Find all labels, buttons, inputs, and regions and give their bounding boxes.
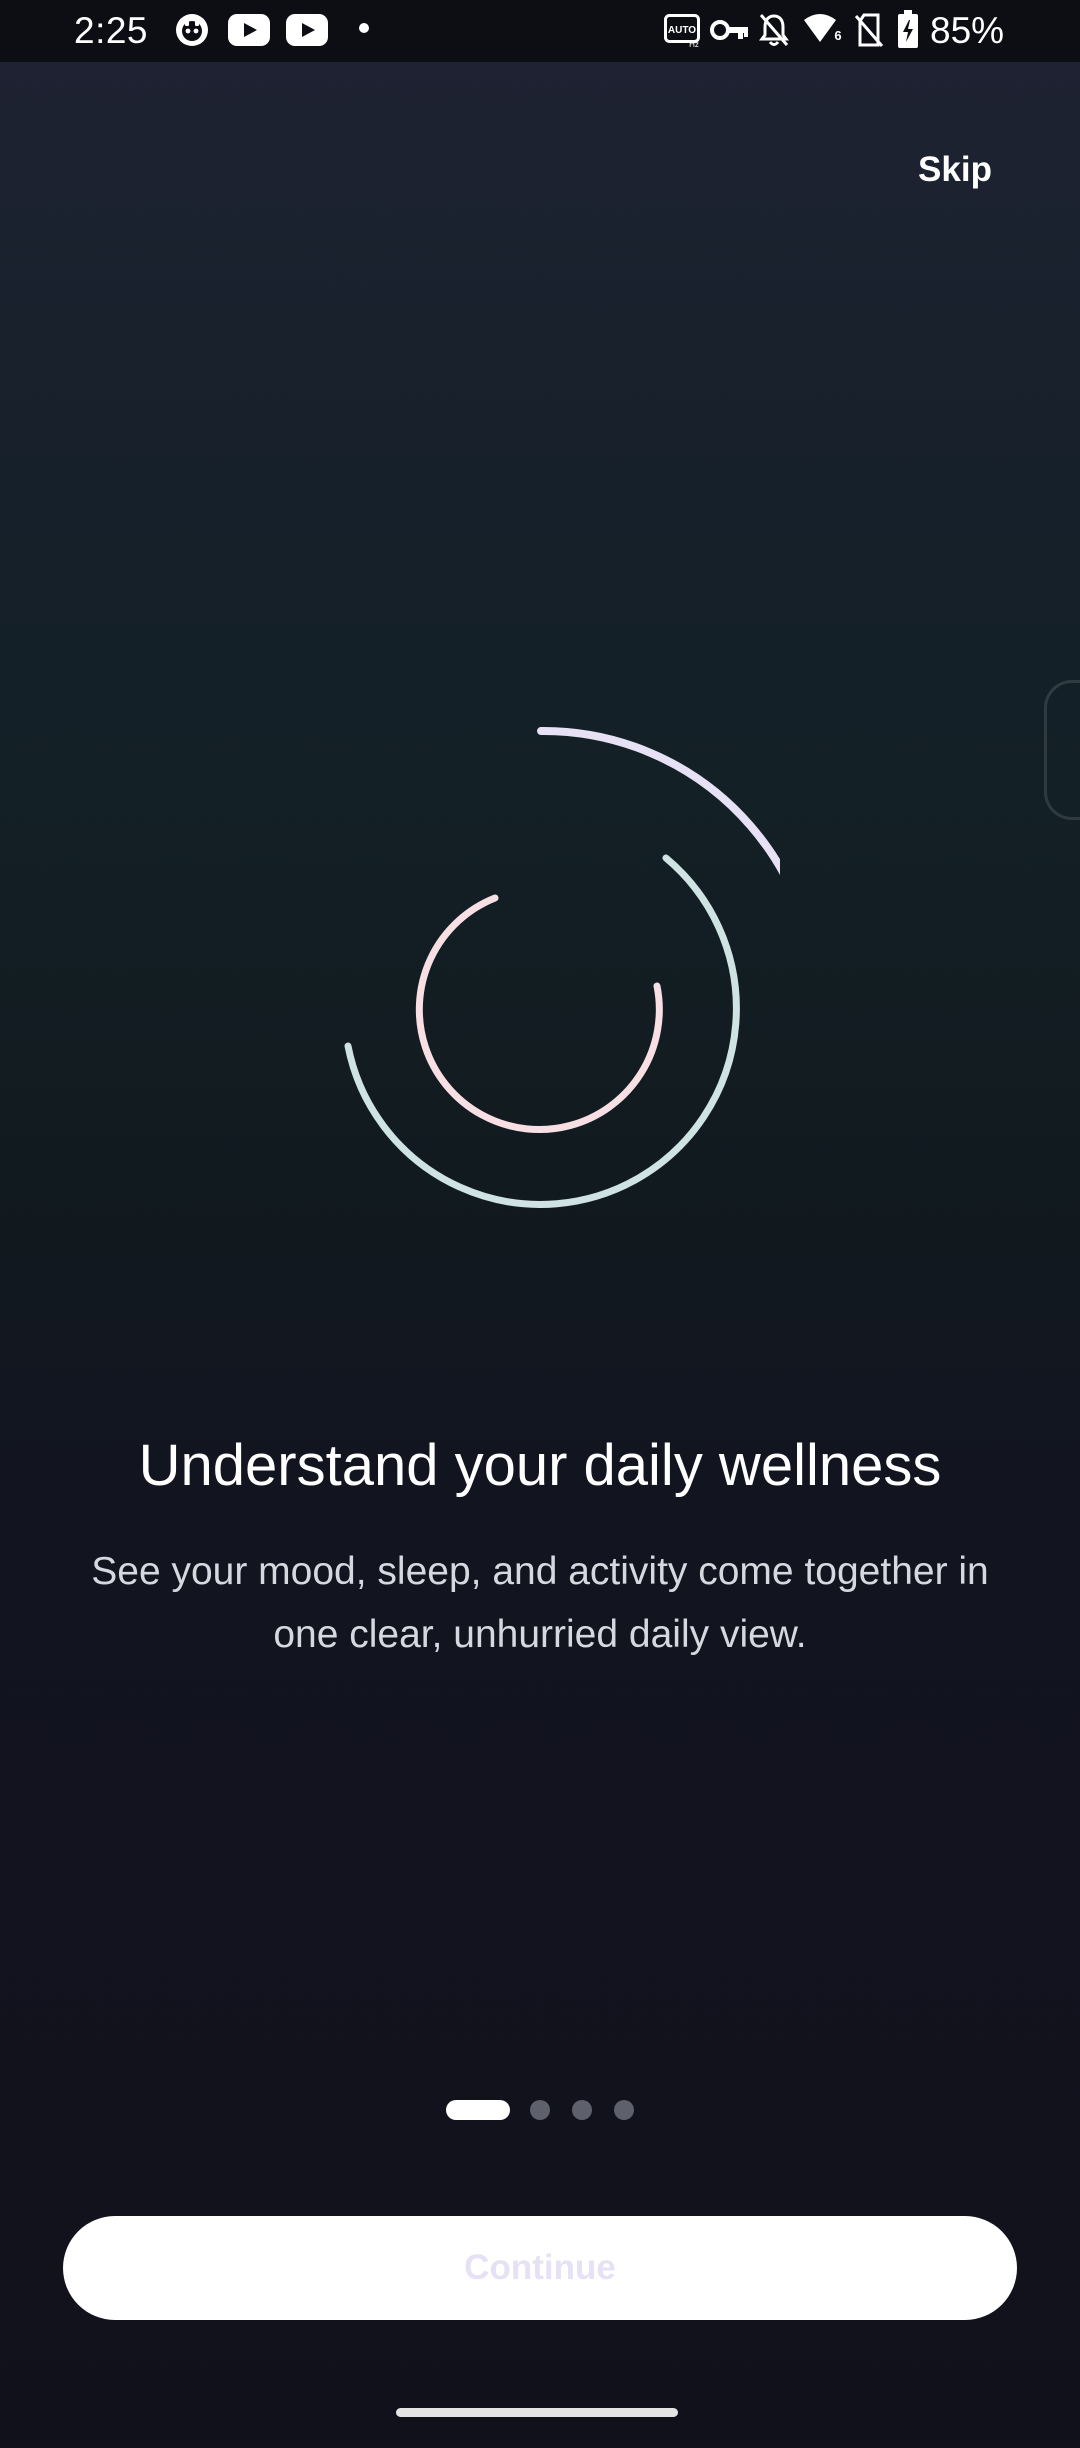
onboarding-description: See your mood, sleep, and activity come … [91, 1550, 989, 1656]
no-sim-icon [854, 13, 884, 47]
battery-charging-icon [898, 10, 918, 48]
onboarding-title: Understand your daily wellness [138, 1433, 942, 1498]
game-controller-icon [176, 14, 208, 46]
page-indicator-dot [614, 2100, 634, 2120]
skip-button[interactable]: Skip [900, 140, 1010, 200]
svg-text:AUTO: AUTO [668, 25, 696, 36]
page-indicator-dot [530, 2100, 550, 2120]
edge-panel-handle[interactable] [1044, 680, 1080, 820]
notifications-off-icon [759, 14, 789, 46]
svg-text:Hz: Hz [689, 40, 699, 48]
svg-text:6: 6 [834, 28, 841, 43]
youtube-icon [286, 14, 328, 46]
wifi-icon: 6 [804, 14, 842, 43]
status-bar: 2:25 AUTO Hz 6 85% [0, 0, 1080, 62]
middle-arc [344, 854, 740, 1208]
page-indicator-active [446, 2100, 510, 2120]
battery-percentage: 85% [930, 10, 1005, 51]
auto-hz-icon: AUTO Hz [664, 14, 700, 48]
page-indicator-dot [572, 2100, 592, 2120]
wellness-rings-illustration [344, 726, 780, 1208]
inner-arc [415, 894, 663, 1133]
status-time: 2:25 [74, 10, 149, 51]
vpn-key-icon [710, 20, 748, 40]
continue-button[interactable]: Continue [63, 2216, 1017, 2320]
notification-dot-icon [359, 23, 369, 33]
gesture-navigation-bar[interactable] [396, 2408, 678, 2417]
youtube-icon [228, 14, 270, 46]
